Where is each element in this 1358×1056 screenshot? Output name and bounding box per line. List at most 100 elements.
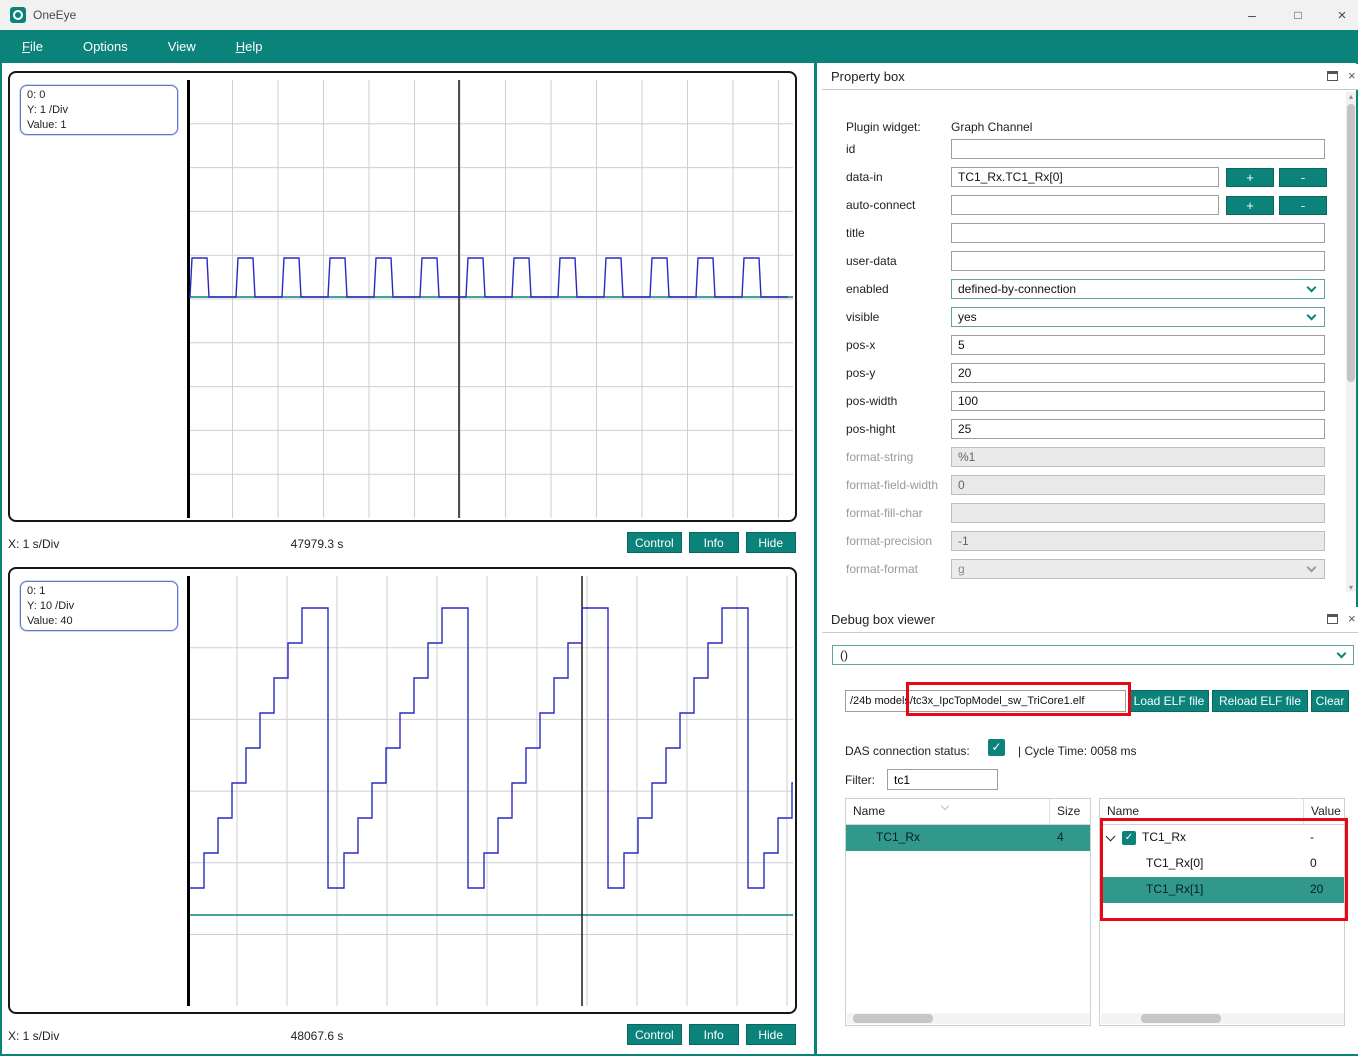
- property-row-data-in: data-in+-: [822, 167, 1348, 189]
- dock-float-icon[interactable]: [1327, 614, 1338, 624]
- selected-value: g: [958, 562, 965, 576]
- property-row-format-field-width: format-field-width: [822, 475, 1348, 497]
- selected-value: defined-by-connection: [958, 282, 1076, 296]
- info-button[interactable]: Info: [689, 532, 739, 553]
- filter-input[interactable]: [887, 769, 998, 790]
- field-input-format-field-width[interactable]: [951, 475, 1325, 495]
- das-status-checkbox[interactable]: ✓: [988, 739, 1005, 756]
- dock-close-icon[interactable]: ×: [1348, 68, 1358, 83]
- remove-auto-connect-button[interactable]: -: [1279, 196, 1327, 215]
- property-box-header: Property box ×: [822, 64, 1358, 90]
- column-header-size[interactable]: Size: [1050, 799, 1090, 824]
- property-row-format-precision: format-precision: [822, 531, 1348, 553]
- symbol-name: TC1_Rx: [876, 830, 920, 844]
- column-header-label: Value: [1311, 804, 1341, 818]
- hide-button[interactable]: Hide: [746, 532, 796, 553]
- scroll-up-icon[interactable]: ▴: [1346, 92, 1356, 101]
- waveform-plot-top[interactable]: [187, 80, 793, 518]
- h-scrollbar[interactable]: [1101, 1013, 1344, 1024]
- field-label-format-string: format-string: [846, 450, 913, 464]
- load-elf-button[interactable]: Load ELF file: [1129, 690, 1209, 712]
- field-input-pos-width[interactable]: [951, 391, 1325, 411]
- cursor-value-label: Value: 40: [27, 614, 171, 629]
- close-icon[interactable]: ×: [1322, 0, 1358, 30]
- field-input-id[interactable]: [951, 139, 1325, 159]
- column-header-name[interactable]: Name: [846, 799, 1050, 824]
- v-scrollbar-thumb[interactable]: [1347, 104, 1355, 382]
- h-scrollbar-thumb[interactable]: [1141, 1014, 1221, 1023]
- maximize-icon[interactable]: □: [1278, 0, 1318, 30]
- property-row-pos-hight: pos-hight: [822, 419, 1348, 441]
- waveform-plot-bottom[interactable]: [187, 576, 793, 1006]
- reload-elf-button[interactable]: Reload ELF file: [1212, 690, 1308, 712]
- v-scrollbar[interactable]: ▴ ▾: [1346, 92, 1356, 592]
- field-input-format-fill-char[interactable]: [951, 503, 1325, 523]
- menu-item-options[interactable]: Options: [63, 30, 148, 63]
- property-row-enabled: enableddefined-by-connection: [822, 279, 1348, 301]
- field-input-data-in[interactable]: [951, 167, 1219, 187]
- debug-box-select[interactable]: (): [832, 645, 1354, 665]
- symbol-table-body: TC1_Rx4: [846, 825, 1090, 851]
- add-auto-connect-button[interactable]: +: [1226, 196, 1274, 215]
- property-row-user-data: user-data: [822, 251, 1348, 273]
- field-input-format-precision[interactable]: [951, 531, 1325, 551]
- chevron-down-icon: [1307, 563, 1317, 573]
- x-div-label: X: 1 s/Div: [8, 1029, 59, 1043]
- x-div-label: X: 1 s/Div: [8, 537, 59, 551]
- channel-info-box: 0: 1 Y: 10 /Div Value: 40: [20, 581, 178, 631]
- field-select-format-format[interactable]: g: [951, 559, 1325, 579]
- field-select-enabled[interactable]: defined-by-connection: [951, 279, 1325, 299]
- control-button[interactable]: Control: [627, 532, 682, 553]
- panel-splitter[interactable]: [814, 63, 817, 1054]
- field-input-pos-x[interactable]: [951, 335, 1325, 355]
- clear-button[interactable]: Clear: [1311, 690, 1349, 712]
- dock-close-icon[interactable]: ×: [1348, 611, 1358, 626]
- channel-id-value: 0: 0: [27, 88, 171, 103]
- scroll-down-icon[interactable]: ▾: [1346, 583, 1356, 592]
- add-data-in-button[interactable]: +: [1226, 168, 1274, 187]
- cycle-time-label: | Cycle Time: 0058 ms: [1018, 744, 1137, 758]
- field-input-auto-connect[interactable]: [951, 195, 1219, 215]
- minimize-icon[interactable]: –: [1232, 0, 1272, 30]
- h-scrollbar-thumb[interactable]: [853, 1014, 933, 1023]
- field-label-pos-x: pos-x: [846, 338, 875, 352]
- hide-button[interactable]: Hide: [746, 1024, 796, 1045]
- field-label-title: title: [846, 226, 865, 240]
- cursor-time-label: 48067.6 s: [237, 1029, 397, 1043]
- field-input-title[interactable]: [951, 223, 1325, 243]
- das-status-label: DAS connection status:: [845, 744, 970, 758]
- menu-item-help[interactable]: Help: [216, 30, 283, 63]
- symbol-table-header: Name Size: [846, 799, 1090, 825]
- field-input-format-string[interactable]: [951, 447, 1325, 467]
- symbol-row-TC1_Rx[interactable]: TC1_Rx4: [846, 825, 1090, 851]
- column-header-label: Name: [853, 804, 885, 818]
- field-label-visible: visible: [846, 310, 879, 324]
- menu-accel-letter: H: [236, 39, 245, 54]
- property-box-title: Property box: [831, 69, 905, 84]
- field-input-pos-y[interactable]: [951, 363, 1325, 383]
- menu-bar: FileOptionsViewHelp: [0, 30, 1358, 63]
- property-row-format-fill-char: format-fill-char: [822, 503, 1348, 525]
- menu-accel-letter: F: [22, 39, 30, 54]
- sort-indicator-icon: [941, 802, 949, 810]
- dock-float-icon[interactable]: [1327, 71, 1338, 81]
- graph-panel-top: 0: 0 Y: 1 /Div Value: 1: [8, 71, 797, 522]
- column-header-label: Size: [1057, 804, 1080, 818]
- field-select-visible[interactable]: yes: [951, 307, 1325, 327]
- control-button[interactable]: Control: [627, 1024, 682, 1045]
- signal-trace: [189, 258, 788, 297]
- symbol-table: Name Size TC1_Rx4: [845, 798, 1091, 1026]
- field-input-user-data[interactable]: [951, 251, 1325, 271]
- info-button[interactable]: Info: [689, 1024, 739, 1045]
- field-input-pos-hight[interactable]: [951, 419, 1325, 439]
- h-scrollbar[interactable]: [847, 1013, 1090, 1024]
- annotation-red-box-elf-file: [906, 682, 1131, 716]
- property-row-title: title: [822, 223, 1348, 245]
- selected-value: yes: [958, 310, 977, 324]
- remove-data-in-button[interactable]: -: [1279, 168, 1327, 187]
- menu-item-view[interactable]: View: [148, 30, 216, 63]
- scope-button-row: Control Info Hide: [627, 532, 796, 553]
- property-row-auto-connect: auto-connect+-: [822, 195, 1348, 217]
- menu-item-file[interactable]: File: [2, 30, 63, 63]
- selected-value: (): [840, 648, 848, 662]
